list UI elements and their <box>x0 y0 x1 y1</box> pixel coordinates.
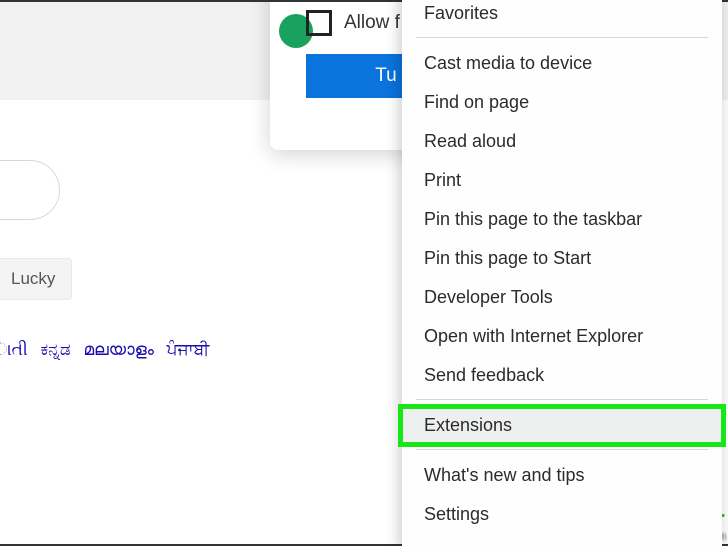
menu-item-label: Read aloud <box>424 131 516 151</box>
menu-item-label: Open with Internet Explorer <box>424 326 643 346</box>
menu-item-label: Cast media to device <box>424 53 592 73</box>
menu-item-label: Print <box>424 170 461 190</box>
menu-item-cast-media-to-device[interactable]: Cast media to device <box>402 44 722 83</box>
menu-item-label: Settings <box>424 504 489 524</box>
menu-item-find-on-page[interactable]: Find on page <box>402 83 722 122</box>
menu-item-label: Developer Tools <box>424 287 553 307</box>
allow-checkbox[interactable] <box>306 10 332 36</box>
menu-item-pin-this-page-to-start[interactable]: Pin this page to Start <box>402 239 722 278</box>
menu-item-settings[interactable]: Settings <box>402 495 722 534</box>
menu-separator <box>416 37 708 38</box>
menu-separator <box>416 399 708 400</box>
turn-on-label: Tu <box>375 65 396 87</box>
language-link[interactable]: ಕನ್ನಡ <box>40 340 70 359</box>
menu-item-favorites[interactable]: Favorites <box>402 0 722 33</box>
menu-item-developer-tools[interactable]: Developer Tools <box>402 278 722 317</box>
menu-separator <box>416 449 708 450</box>
menu-item-label: What's new and tips <box>424 465 585 485</box>
im-feeling-lucky-button[interactable]: Lucky <box>0 258 72 300</box>
language-links-row: ાતી ಕನ್ನಡ മലയാളം ਪੰਜਾਬੀ <box>0 340 213 360</box>
menu-item-label: Pin this page to Start <box>424 248 591 268</box>
menu-item-label: Favorites <box>424 3 498 23</box>
language-link[interactable]: മലയാളം <box>83 340 153 359</box>
language-link[interactable]: ાતી <box>0 340 28 359</box>
lucky-button-label: Lucky <box>11 269 55 288</box>
menu-item-open-with-internet-explorer[interactable]: Open with Internet Explorer <box>402 317 722 356</box>
menu-item-send-feedback[interactable]: Send feedback <box>402 356 722 395</box>
language-link[interactable]: ਪੰਜਾਬੀ <box>167 340 210 359</box>
allow-label: Allow f <box>344 12 400 34</box>
menu-item-label: Find on page <box>424 92 529 112</box>
menu-item-pin-this-page-to-the-taskbar[interactable]: Pin this page to the taskbar <box>402 200 722 239</box>
search-input[interactable] <box>0 160 60 220</box>
menu-item-label: Pin this page to the taskbar <box>424 209 642 229</box>
menu-item-label: Extensions <box>424 415 512 435</box>
menu-item-print[interactable]: Print <box>402 161 722 200</box>
menu-item-read-aloud[interactable]: Read aloud <box>402 122 722 161</box>
allow-row: Allow f <box>306 10 400 36</box>
menu-item-label: Send feedback <box>424 365 544 385</box>
menu-item-what-s-new-and-tips[interactable]: What's new and tips <box>402 456 722 495</box>
menu-item-extensions[interactable]: Extensions <box>402 406 722 445</box>
browser-settings-menu: Favorites Cast media to device Find on pag… <box>402 0 722 546</box>
